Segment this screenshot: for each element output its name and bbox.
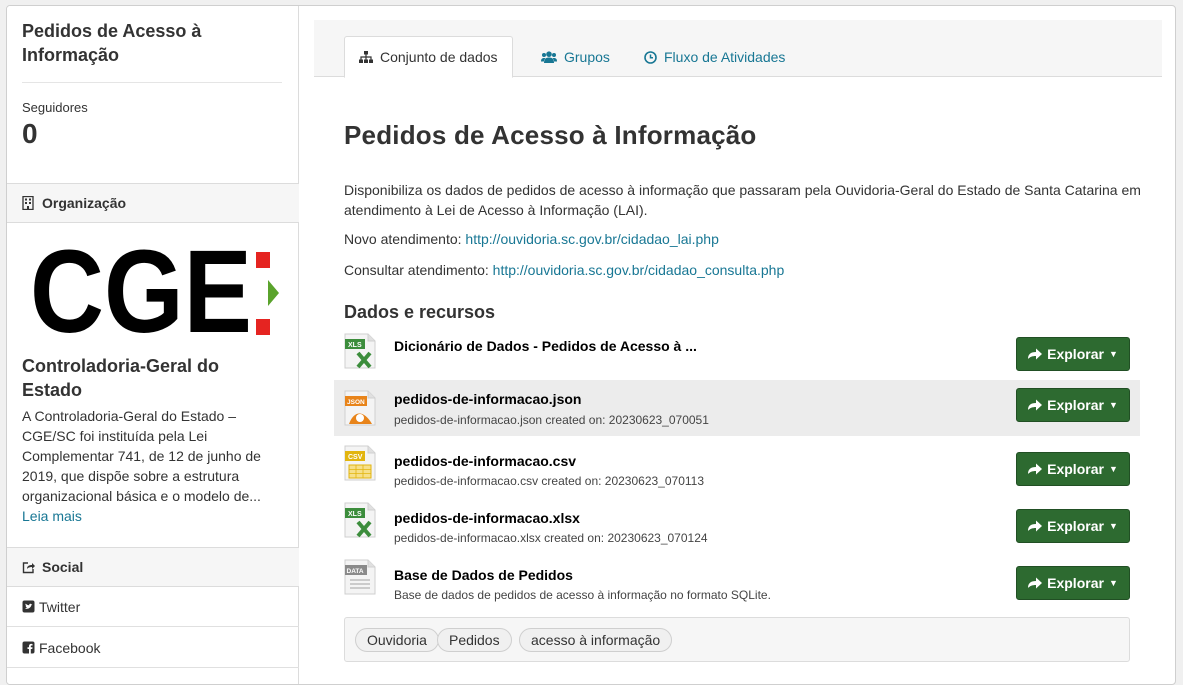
- resource-title[interactable]: Base de Dados de Pedidos: [394, 567, 573, 583]
- tab-activity-stream[interactable]: Fluxo de Atividades: [630, 36, 799, 78]
- sitemap-icon: [359, 51, 373, 63]
- resource-subtitle: pedidos-de-informacao.csv created on: 20…: [394, 474, 704, 488]
- followers-label: Seguidores: [22, 100, 88, 115]
- caret-down-icon: ▼: [1108, 464, 1118, 474]
- data-file-icon: DATA: [344, 559, 376, 595]
- resource-title[interactable]: Dicionário de Dados - Pedidos de Acesso …: [394, 338, 697, 354]
- share-square-icon: [22, 561, 36, 574]
- share-icon: [1028, 399, 1043, 411]
- share-icon: [1028, 577, 1043, 589]
- resource-title[interactable]: pedidos-de-informacao.xlsx: [394, 510, 580, 526]
- facebook-icon: [22, 641, 35, 654]
- divider: [22, 82, 282, 83]
- caret-down-icon: ▼: [1108, 400, 1118, 410]
- explore-label: Explorar: [1047, 575, 1104, 591]
- organization-logo[interactable]: CGE: [30, 226, 280, 358]
- resources-heading: Dados e recursos: [344, 302, 496, 322]
- json-file-icon: JSON: [344, 390, 376, 426]
- tab-bar: Conjunto de dados Grupos Fluxo de Ativid…: [314, 20, 1162, 78]
- resource-subtitle: pedidos-de-informacao.xlsx created on: 2…: [394, 531, 708, 545]
- organization-heading: Organização: [7, 183, 299, 223]
- tab-label: Conjunto de dados: [380, 49, 498, 65]
- tab-label: Fluxo de Atividades: [664, 49, 786, 65]
- new-service-label: Novo atendimento:: [344, 231, 462, 247]
- logo-lettering: CGE: [30, 244, 252, 339]
- svg-text:JSON: JSON: [347, 399, 365, 406]
- explore-button[interactable]: Explorar ▼: [1016, 452, 1130, 486]
- organization-heading-label: Organização: [42, 195, 127, 211]
- resource-item[interactable]: CSV pedidos-de-informacao.csv pedidos-de…: [334, 439, 1140, 495]
- svg-text:XLS: XLS: [348, 511, 362, 518]
- organization-description: A Controladoria-Geral do Estado – CGE/SC…: [22, 408, 261, 504]
- resource-item[interactable]: XLS pedidos-de-informacao.xlsx pedidos-d…: [334, 496, 1140, 552]
- caret-down-icon: ▼: [1108, 578, 1118, 588]
- explore-label: Explorar: [1047, 346, 1104, 362]
- explore-label: Explorar: [1047, 461, 1104, 477]
- sidebar: Pedidos de Acesso à Informação Seguidore…: [7, 6, 299, 684]
- explore-button[interactable]: Explorar ▼: [1016, 337, 1130, 371]
- users-icon: [541, 50, 557, 64]
- svg-text:CSV: CSV: [348, 454, 363, 461]
- caret-down-icon: ▼: [1108, 521, 1118, 531]
- explore-label: Explorar: [1047, 397, 1104, 413]
- followers-count: 0: [22, 118, 38, 149]
- share-icon: [1028, 348, 1043, 360]
- tab-datasets[interactable]: Conjunto de dados: [344, 36, 513, 78]
- resource-item[interactable]: DATA Base de Dados de Pedidos Base de da…: [334, 553, 1140, 609]
- consult-service-line: Consultar atendimento: http://ouvidoria.…: [344, 262, 784, 278]
- consult-service-link[interactable]: http://ouvidoria.sc.gov.br/cidadao_consu…: [493, 262, 785, 278]
- resource-item[interactable]: XLS Dicionário de Dados - Pedidos de Ace…: [334, 331, 1140, 387]
- tag-ouvidoria[interactable]: Ouvidoria: [355, 628, 439, 652]
- xls-file-icon: XLS: [344, 502, 376, 538]
- social-heading: Social: [7, 547, 299, 587]
- page-title: Pedidos de Acesso à Informação: [344, 120, 757, 150]
- tag-list: Ouvidoria Pedidos acesso à informação: [344, 617, 1130, 662]
- explore-button[interactable]: Explorar ▼: [1016, 388, 1130, 422]
- twitter-icon: [22, 600, 35, 613]
- explore-button[interactable]: Explorar ▼: [1016, 566, 1130, 600]
- svg-text:DATA: DATA: [347, 568, 364, 575]
- tag-acesso-informacao[interactable]: acesso à informação: [519, 628, 673, 652]
- consult-service-label: Consultar atendimento:: [344, 262, 489, 278]
- clock-icon: [644, 50, 657, 64]
- sidebar-title: Pedidos de Acesso à Informação: [22, 21, 202, 65]
- resource-item[interactable]: JSON pedidos-de-informacao.json pedidos-…: [334, 380, 1140, 436]
- tag-pedidos[interactable]: Pedidos: [437, 628, 512, 652]
- svg-text:XLS: XLS: [348, 342, 362, 349]
- share-icon: [1028, 520, 1043, 532]
- main-content: Conjunto de dados Grupos Fluxo de Ativid…: [314, 20, 1162, 680]
- social-item-twitter[interactable]: Twitter: [7, 587, 299, 627]
- resource-subtitle: Base de dados de pedidos de acesso à inf…: [394, 588, 771, 602]
- csv-file-icon: CSV: [344, 445, 376, 481]
- resource-title[interactable]: pedidos-de-informacao.csv: [394, 453, 576, 469]
- explore-button[interactable]: Explorar ▼: [1016, 509, 1130, 543]
- dataset-description: Disponibiliza os dados de pedidos de ace…: [344, 182, 1141, 218]
- caret-down-icon: ▼: [1108, 349, 1118, 359]
- read-more-link[interactable]: Leia mais: [22, 508, 82, 524]
- new-service-line: Novo atendimento: http://ouvidoria.sc.go…: [344, 231, 719, 247]
- tab-groups[interactable]: Grupos: [527, 36, 624, 78]
- social-item-label: Twitter: [39, 598, 81, 615]
- page-container: Pedidos de Acesso à Informação Seguidore…: [6, 5, 1176, 685]
- social-item-facebook[interactable]: Facebook: [7, 628, 299, 668]
- tab-label: Grupos: [564, 49, 610, 65]
- share-icon: [1028, 463, 1043, 475]
- resource-subtitle: pedidos-de-informacao.json created on: 2…: [394, 413, 709, 427]
- xls-file-icon: XLS: [344, 333, 376, 369]
- organization-name: Controladoria-Geral do Estado: [22, 356, 220, 400]
- new-service-link[interactable]: http://ouvidoria.sc.gov.br/cidadao_lai.p…: [465, 231, 718, 247]
- building-icon: [22, 196, 36, 210]
- resource-title[interactable]: pedidos-de-informacao.json: [394, 391, 581, 407]
- social-heading-label: Social: [42, 559, 84, 575]
- social-item-label: Facebook: [39, 639, 101, 656]
- explore-label: Explorar: [1047, 518, 1104, 534]
